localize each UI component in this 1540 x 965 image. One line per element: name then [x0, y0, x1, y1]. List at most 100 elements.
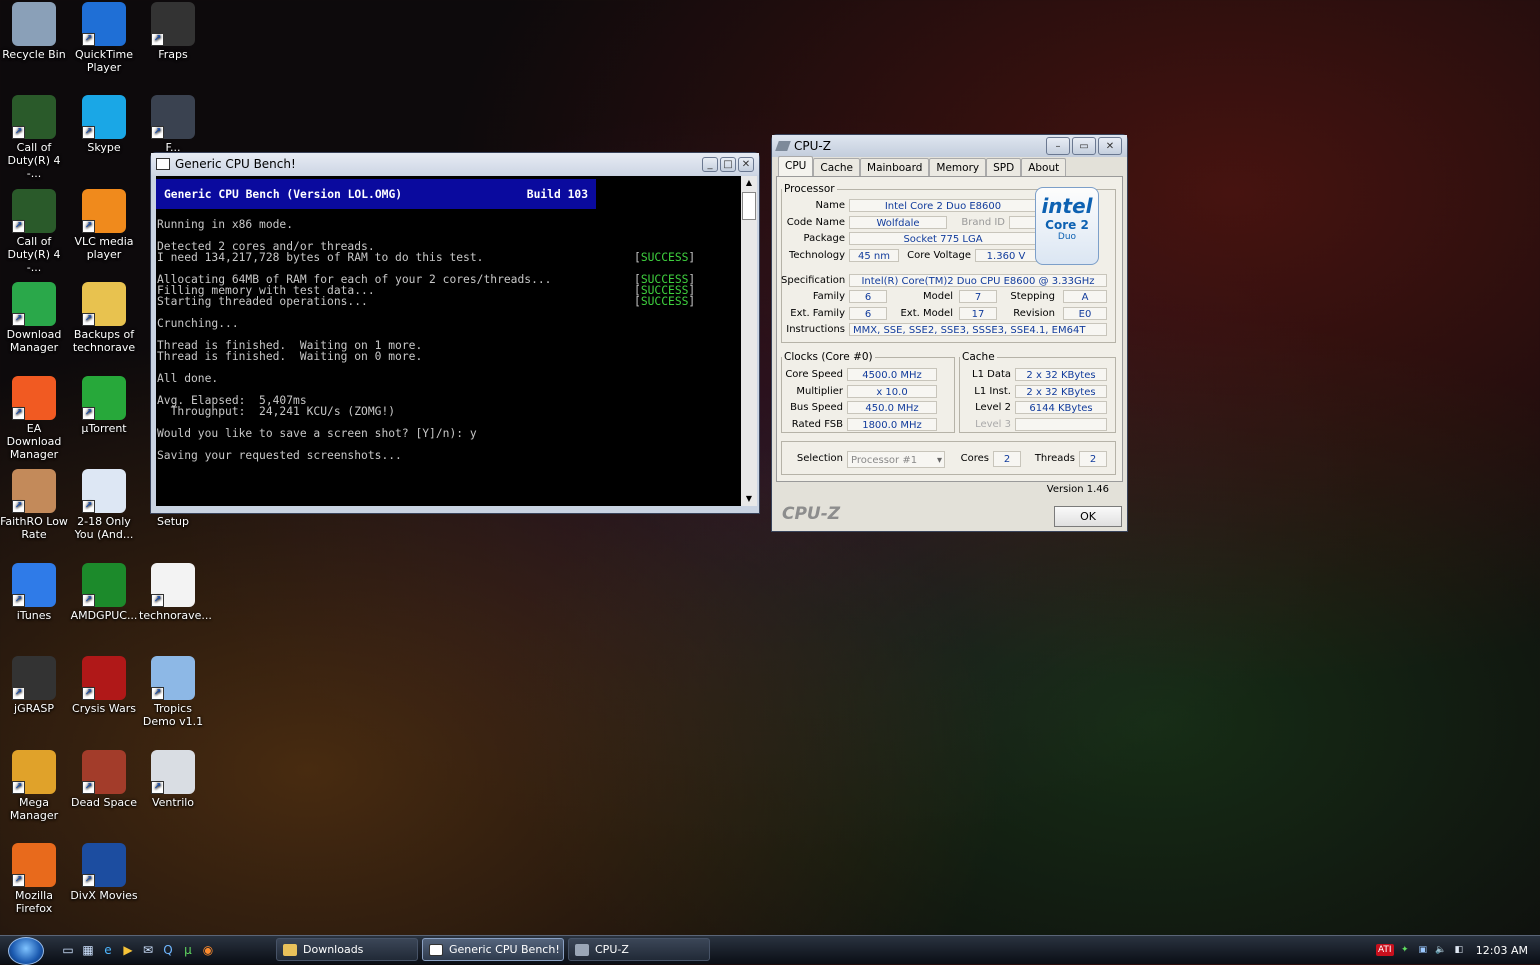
scroll-thumb[interactable]	[742, 192, 756, 220]
task-generic-cpu-bench[interactable]: Generic CPU Bench!	[422, 938, 564, 961]
corespeed-label: Core Speed	[785, 369, 843, 380]
desktop-icon[interactable]: ↗ technorave...	[139, 563, 212, 622]
desktop-icon[interactable]: ↗ Mozilla Firefox	[0, 843, 68, 915]
generic-cpu-bench-window[interactable]: Generic CPU Bench! _ □ ✕ Generic CPU Ben…	[150, 152, 760, 514]
ok-button[interactable]: OK	[1054, 506, 1122, 527]
console-line: I need 134,217,728 bytes of RAM to do th…	[157, 251, 484, 264]
desktop-icon[interactable]: ↗ Call of Duty(R) 4 -...	[0, 189, 68, 274]
scroll-up-icon[interactable]: ▲	[741, 176, 757, 190]
desktop-icon[interactable]: ↗ Mega Manager	[0, 750, 68, 822]
shortcut-arrow-icon: ↗	[12, 500, 25, 513]
desktop-icon[interactable]: ↗ jGRASP	[0, 656, 68, 715]
download-icon: ↗	[12, 282, 56, 326]
internet-explorer-icon[interactable]: e	[100, 942, 116, 958]
close-button[interactable]: ✕	[1098, 137, 1122, 155]
desktop-icon[interactable]: ↗ Skype	[70, 95, 138, 154]
ratedfsb-value: 1800.0 MHz	[847, 418, 937, 431]
desktop-icon[interactable]: ↗ Call of Duty(R) 4 -...	[0, 95, 68, 180]
desktop-icon[interactable]: ↗ Crysis Wars	[70, 656, 138, 715]
start-button[interactable]	[8, 937, 44, 965]
cpu-tab-panel: Processor Name Intel Core 2 Duo E8600 Co…	[776, 176, 1123, 482]
razer-tray-icon[interactable]: ✦	[1398, 944, 1412, 956]
desktop-icon-label: Fraps	[158, 48, 188, 61]
switch-windows-icon[interactable]: ▦	[80, 942, 96, 958]
selection-label: Selection	[796, 453, 843, 464]
cores-value: 2	[993, 451, 1021, 467]
ati-tray-icon[interactable]: ATI	[1375, 944, 1394, 956]
network-tray-icon[interactable]: ▣	[1416, 944, 1430, 956]
close-button[interactable]: ✕	[738, 156, 754, 172]
mail-icon[interactable]: ✉	[140, 942, 156, 958]
tab-spd[interactable]: SPD	[986, 158, 1022, 177]
console-scrollbar[interactable]: ▲ ▼	[741, 176, 757, 506]
intel-logo-text: intel	[1041, 194, 1093, 218]
package-value: Socket 775 LGA	[849, 232, 1037, 245]
console-header-build: Build 103	[526, 187, 588, 201]
shortcut-arrow-icon: ↗	[82, 874, 95, 887]
processor-select[interactable]: Processor #1 ▾	[847, 451, 945, 468]
minimize-button[interactable]: –	[1046, 137, 1070, 155]
maximize-button[interactable]: ▭	[1072, 137, 1096, 155]
shortcut-arrow-icon: ↗	[82, 687, 95, 700]
desktop-icon[interactable]: ↗ Fraps	[139, 2, 207, 61]
desktop-icon[interactable]: ↗ 2-18 Only You (And...	[70, 469, 138, 541]
tab-cache[interactable]: Cache	[813, 158, 861, 177]
intel-core2-duo-logo: intel Core 2 Duo	[1035, 187, 1099, 265]
desktop-icon[interactable]: ↗ DivX Movies	[70, 843, 138, 902]
desktop-icon[interactable]: ↗ F...	[139, 95, 207, 154]
desktop-icon[interactable]: ↗ FaithRO Low Rate	[0, 469, 68, 541]
version-label: Version 1.46	[1046, 484, 1109, 495]
revision-label: Revision	[1013, 308, 1055, 319]
desktop-icon[interactable]: ↗ iTunes	[0, 563, 68, 622]
desktop-icon[interactable]: ↗ Download Manager	[0, 282, 68, 354]
model-value: 7	[959, 290, 997, 303]
desktop-icon[interactable]: ↗ EA Download Manager	[0, 376, 68, 461]
minimize-button[interactable]: _	[702, 156, 718, 172]
l1inst-value: 2 x 32 KBytes	[1015, 385, 1107, 398]
cpuz-title: CPU-Z	[794, 139, 831, 153]
desktop-icon[interactable]: ↗ QuickTime Player	[70, 2, 138, 74]
desktop-icon[interactable]: ↗ AMDGPUC...	[70, 563, 138, 622]
cpuz-window[interactable]: CPU-Z – ▭ ✕ CPU Cache Mainboard Memory S…	[771, 134, 1128, 532]
cpuz-titlebar[interactable]: CPU-Z – ▭ ✕	[772, 135, 1127, 157]
console-titlebar[interactable]: Generic CPU Bench! _ □ ✕	[151, 153, 759, 175]
desktop-icon[interactable]: ↗ Tropics Demo v1.1	[139, 656, 207, 728]
clock[interactable]: 12:03 AM	[1476, 944, 1528, 957]
desktop-icon-label: FaithRO Low Rate	[0, 515, 68, 541]
tab-about[interactable]: About	[1021, 158, 1067, 177]
desktop-icon[interactable]: ↗ Ventrilo	[139, 750, 207, 809]
divx-icon: ↗	[82, 843, 126, 887]
desktop-icon[interactable]: ↗ Dead Space	[70, 750, 138, 809]
misc-tray-icon[interactable]: ◧	[1452, 944, 1466, 956]
desktop-icon[interactable]: ↗ µTorrent	[70, 376, 138, 435]
console-line: Crunching...	[157, 317, 239, 330]
family-label: Family	[812, 291, 845, 302]
console-output[interactable]: Generic CPU Bench (Version LOL.OMG) Buil…	[156, 176, 744, 506]
system-tray: ATI ✦ ▣ 🔈 ◧ 12:03 AM	[1375, 936, 1540, 964]
tab-cpu[interactable]: CPU	[778, 156, 814, 177]
shortcut-arrow-icon: ↗	[12, 407, 25, 420]
task-downloads[interactable]: Downloads	[276, 938, 418, 961]
success-label: SUCCESS	[640, 251, 689, 264]
quicktime-quicklaunch-icon[interactable]: Q	[160, 942, 176, 958]
maximize-button[interactable]: □	[720, 156, 736, 172]
tab-memory[interactable]: Memory	[929, 158, 987, 177]
show-desktop-icon[interactable]: ▭	[60, 942, 76, 958]
shortcut-arrow-icon: ↗	[151, 126, 164, 139]
scroll-down-icon[interactable]: ▼	[741, 492, 757, 506]
task-cpuz[interactable]: CPU-Z	[568, 938, 710, 961]
media-player-icon[interactable]: ▶	[120, 942, 136, 958]
level2-label: Level 2	[975, 402, 1011, 413]
l1inst-label: L1 Inst.	[974, 386, 1011, 397]
chevron-down-icon[interactable]: ▾	[937, 452, 942, 467]
desktop-icon-label: Skype	[87, 141, 121, 154]
cpuz-brand-logo: CPU-Z	[782, 504, 841, 524]
desktop-icon[interactable]: ↗ Backups of technorave	[70, 282, 138, 354]
desktop-icon[interactable]: ↗ VLC media player	[70, 189, 138, 261]
desktop-icon[interactable]: Recycle Bin	[0, 2, 68, 61]
deadspace-icon: ↗	[82, 750, 126, 794]
volume-tray-icon[interactable]: 🔈	[1434, 944, 1448, 956]
tab-mainboard[interactable]: Mainboard	[860, 158, 930, 177]
firefox-quicklaunch-icon[interactable]: ◉	[200, 942, 216, 958]
utorrent-quicklaunch-icon[interactable]: µ	[180, 942, 196, 958]
